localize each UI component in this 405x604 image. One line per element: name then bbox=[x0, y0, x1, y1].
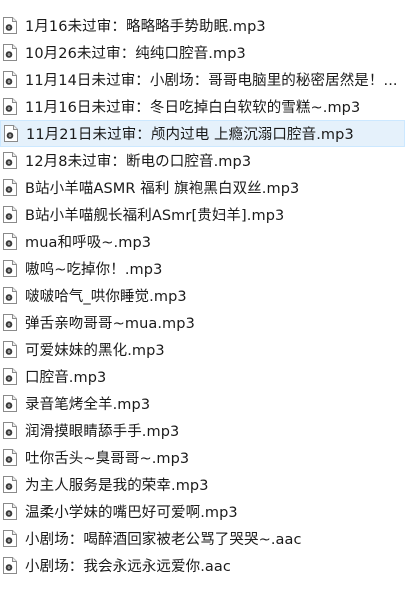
file-row-13[interactable]: 口腔音.mp3 bbox=[0, 363, 405, 390]
file-row-1[interactable]: 10月26未过审：纯纯口腔音.mp3 bbox=[0, 39, 405, 66]
file-name: 润滑摸眼睛舔手手.mp3 bbox=[25, 424, 180, 440]
file-name: 11月21日未过审：颅内过电 上瘾沉溺口腔音.mp3 bbox=[26, 127, 354, 143]
audio-file-icon bbox=[3, 260, 17, 277]
file-name: 可爱妹妹的黑化.mp3 bbox=[25, 343, 165, 359]
audio-file-icon bbox=[3, 179, 17, 196]
file-row-10[interactable]: 啵啵哈气_哄你睡觉.mp3 bbox=[0, 282, 405, 309]
audio-file-icon bbox=[3, 71, 17, 88]
file-row-17[interactable]: 为主人服务是我的荣幸.mp3 bbox=[0, 471, 405, 498]
file-name: 啵啵哈气_哄你睡觉.mp3 bbox=[25, 289, 187, 305]
audio-file-icon bbox=[3, 422, 17, 439]
file-row-9[interactable]: 嗷呜~吃掉你！.mp3 bbox=[0, 255, 405, 282]
file-name: 11月16日未过审：冬日吃掉白白软软的雪糕~.mp3 bbox=[25, 100, 361, 116]
file-name: 1月16未过审：略略略手势助眠.mp3 bbox=[25, 19, 266, 35]
file-name: 11月14日未过审：小剧场：哥哥电脑里的秘密居然是！... bbox=[25, 73, 398, 89]
file-row-16[interactable]: 吐你舌头~臭哥哥~.mp3 bbox=[0, 444, 405, 471]
file-name: 弹舌亲吻哥哥~mua.mp3 bbox=[25, 316, 195, 332]
audio-file-icon bbox=[3, 449, 17, 466]
audio-file-icon bbox=[3, 503, 17, 520]
audio-file-icon bbox=[3, 44, 17, 61]
audio-file-icon bbox=[3, 341, 17, 358]
audio-file-icon bbox=[3, 206, 17, 223]
audio-file-icon bbox=[3, 557, 17, 574]
audio-file-icon bbox=[3, 233, 17, 250]
file-row-14[interactable]: 录音笔烤全羊.mp3 bbox=[0, 390, 405, 417]
file-row-5[interactable]: 12月8未过审：断电の口腔音.mp3 bbox=[0, 147, 405, 174]
file-row-18[interactable]: 温柔小学妹的嘴巴好可爱啊.mp3 bbox=[0, 498, 405, 525]
audio-file-icon bbox=[3, 395, 17, 412]
file-row-7[interactable]: B站小羊喵舰长福利ASmr[贵妇羊].mp3 bbox=[0, 201, 405, 228]
file-name: 温柔小学妹的嘴巴好可爱啊.mp3 bbox=[25, 505, 238, 521]
file-row-11[interactable]: 弹舌亲吻哥哥~mua.mp3 bbox=[0, 309, 405, 336]
file-list: 1月16未过审：略略略手势助眠.mp3 10月26未过审：纯纯口腔音.mp3 1… bbox=[0, 0, 405, 604]
file-name: 嗷呜~吃掉你！.mp3 bbox=[25, 262, 163, 278]
file-row-20[interactable]: 小剧场：我会永远永远爱你.aac bbox=[0, 552, 405, 579]
file-row-3[interactable]: 11月16日未过审：冬日吃掉白白软软的雪糕~.mp3 bbox=[0, 93, 405, 120]
file-row-12[interactable]: 可爱妹妹的黑化.mp3 bbox=[0, 336, 405, 363]
file-name: B站小羊喵舰长福利ASmr[贵妇羊].mp3 bbox=[25, 208, 285, 224]
file-row-15[interactable]: 润滑摸眼睛舔手手.mp3 bbox=[0, 417, 405, 444]
file-row-19[interactable]: 小剧场：喝醉酒回家被老公骂了哭哭~.aac bbox=[0, 525, 405, 552]
audio-file-icon bbox=[3, 314, 17, 331]
file-name: 小剧场：我会永远永远爱你.aac bbox=[25, 559, 231, 575]
file-row-8[interactable]: mua和呼吸~.mp3 bbox=[0, 228, 405, 255]
audio-file-icon bbox=[3, 476, 17, 493]
audio-file-icon bbox=[3, 17, 17, 34]
file-row-2[interactable]: 11月14日未过审：小剧场：哥哥电脑里的秘密居然是！... bbox=[0, 66, 405, 93]
file-name: 吐你舌头~臭哥哥~.mp3 bbox=[25, 451, 190, 467]
file-name: 小剧场：喝醉酒回家被老公骂了哭哭~.aac bbox=[25, 532, 302, 548]
file-name: 口腔音.mp3 bbox=[25, 370, 107, 386]
audio-file-icon bbox=[4, 125, 18, 142]
file-name: mua和呼吸~.mp3 bbox=[25, 235, 152, 251]
audio-file-icon bbox=[3, 152, 17, 169]
file-row-0[interactable]: 1月16未过审：略略略手势助眠.mp3 bbox=[0, 12, 405, 39]
audio-file-icon bbox=[3, 368, 17, 385]
file-name: 12月8未过审：断电の口腔音.mp3 bbox=[25, 154, 252, 170]
file-name: 10月26未过审：纯纯口腔音.mp3 bbox=[25, 46, 246, 62]
file-row-4[interactable]: 11月21日未过审：颅内过电 上瘾沉溺口腔音.mp3 bbox=[0, 120, 405, 147]
file-name: 录音笔烤全羊.mp3 bbox=[25, 397, 151, 413]
audio-file-icon bbox=[3, 530, 17, 547]
audio-file-icon bbox=[3, 287, 17, 304]
file-name: 为主人服务是我的荣幸.mp3 bbox=[25, 478, 209, 494]
audio-file-icon bbox=[3, 98, 17, 115]
file-name: B站小羊喵ASMR 福利 旗袍黑白双丝.mp3 bbox=[25, 181, 300, 197]
file-row-6[interactable]: B站小羊喵ASMR 福利 旗袍黑白双丝.mp3 bbox=[0, 174, 405, 201]
